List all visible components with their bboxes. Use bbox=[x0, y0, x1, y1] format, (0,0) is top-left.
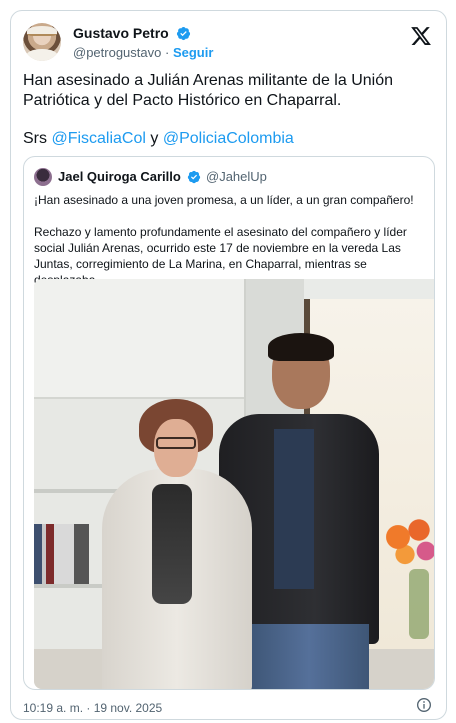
quoted-avatar[interactable] bbox=[34, 168, 52, 186]
mention-fiscaliacol[interactable]: @FiscaliaCol bbox=[51, 130, 145, 147]
tweet-text: Han asesinado a Julián Arenas militante … bbox=[23, 72, 394, 109]
mentions-prefix: Srs bbox=[23, 130, 47, 147]
info-icon[interactable] bbox=[416, 697, 432, 713]
author-name[interactable]: Gustavo Petro bbox=[73, 25, 169, 41]
photo-flower-stems bbox=[409, 569, 429, 639]
avatar-hat bbox=[27, 26, 57, 36]
avatar-shirt bbox=[26, 49, 58, 61]
quoted-author-name-text[interactable]: Jael Quiroga Carillo bbox=[58, 169, 181, 184]
photo-man-jeans bbox=[249, 624, 369, 689]
photo-woman-glasses bbox=[156, 437, 196, 449]
tweet-mentions-line: Srs @FiscaliaCol y @PoliciaColombia bbox=[23, 129, 294, 149]
tweet-header: Gustavo Petro @petrogustavo · Seguir bbox=[23, 23, 434, 65]
tweet-timestamp[interactable]: 10:19 a. m. · 19 nov. 2025 bbox=[23, 701, 162, 715]
photo-cabinet bbox=[34, 279, 249, 399]
author-avatar[interactable] bbox=[23, 23, 61, 61]
photo-man-shirt bbox=[274, 429, 314, 589]
verified-badge-icon bbox=[188, 170, 201, 184]
mentions-connector: y bbox=[150, 130, 159, 147]
x-logo-icon[interactable] bbox=[410, 25, 432, 47]
photo-man-hair bbox=[268, 333, 334, 361]
author-handle[interactable]: @petrogustavo bbox=[73, 45, 161, 60]
quoted-paragraph-1: ¡Han asesinado a una joven promesa, a un… bbox=[34, 193, 414, 207]
follow-button[interactable]: Seguir bbox=[173, 45, 213, 60]
quoted-photo[interactable] bbox=[34, 279, 434, 689]
author-handle-row: @petrogustavo · Seguir bbox=[73, 45, 213, 60]
photo-books bbox=[34, 524, 89, 584]
quoted-author-name[interactable]: Jael Quiroga Carillo bbox=[58, 169, 201, 184]
separator: · bbox=[164, 45, 170, 60]
quoted-tweet[interactable]: Jael Quiroga Carillo @JahelUp ¡Han asesi… bbox=[23, 156, 435, 690]
tweet-card: Gustavo Petro @petrogustavo · Seguir Han… bbox=[10, 10, 447, 720]
author-name-row[interactable]: Gustavo Petro bbox=[73, 25, 191, 41]
photo-woman-scarf bbox=[152, 484, 192, 604]
mention-policiacolombia[interactable]: @PoliciaColombia bbox=[163, 130, 294, 147]
verified-badge-icon bbox=[176, 26, 190, 41]
quoted-author-handle[interactable]: @JahelUp bbox=[206, 169, 267, 184]
